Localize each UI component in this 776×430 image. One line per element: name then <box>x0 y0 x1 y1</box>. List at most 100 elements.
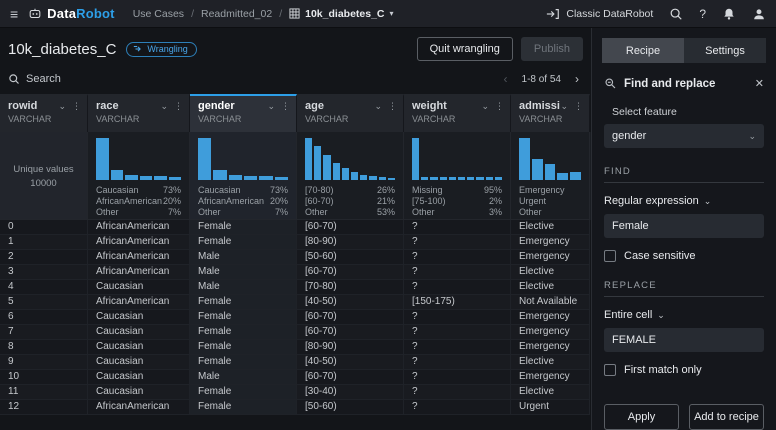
table-cell: Caucasian <box>88 340 190 355</box>
feature-select[interactable]: gender ⌄ <box>604 124 764 148</box>
apply-button[interactable]: Apply <box>604 404 679 430</box>
sort-chevron-icon[interactable]: ⌄ <box>481 101 489 112</box>
search-input[interactable]: Search <box>8 73 61 85</box>
column-header-rowid[interactable]: rowid⌄⋮VARCHAR <box>0 94 88 132</box>
case-sensitive-checkbox[interactable]: Case sensitive <box>604 250 764 262</box>
robot-logo-icon <box>28 7 42 21</box>
histogram-bar <box>111 170 124 181</box>
sort-chevron-icon[interactable]: ⌄ <box>160 101 168 112</box>
first-match-only-checkbox[interactable]: First match only <box>604 364 764 376</box>
table-row: 1AfricanAmericanFemale[80-90)?Emergency <box>0 235 591 250</box>
stat-row: Other7% <box>96 207 181 218</box>
hamburger-menu-icon[interactable]: ≡ <box>10 6 18 22</box>
table-grid-icon <box>289 8 300 19</box>
replace-section-label: REPLACE <box>604 280 764 297</box>
replace-mode-dropdown[interactable]: Entire cell ⌄ <box>604 309 764 321</box>
column-menu-icon[interactable]: ⋮ <box>174 101 183 112</box>
table-cell: [150-175) <box>404 295 511 310</box>
replace-mode-value: Entire cell <box>604 309 652 321</box>
table-cell: Female <box>190 235 297 250</box>
histogram-bar <box>275 177 288 180</box>
histogram-bar <box>458 177 465 180</box>
column-header-gender[interactable]: gender⌄⋮VARCHAR <box>190 94 297 132</box>
histogram <box>519 138 581 180</box>
column-type: VARCHAR <box>519 114 583 124</box>
column-header-icons: ⌄⋮ <box>160 101 183 112</box>
close-icon[interactable]: ✕ <box>755 77 764 90</box>
table-cell: AfricanAmerican <box>88 220 190 235</box>
tab-recipe[interactable]: Recipe <box>602 38 684 63</box>
table-cell: 3 <box>0 265 88 280</box>
table-cell: 7 <box>0 325 88 340</box>
table-row: 5AfricanAmericanFemale[40-50)[150-175)No… <box>0 295 591 310</box>
histogram-bar <box>169 177 182 180</box>
column-header-weight[interactable]: weight⌄⋮VARCHAR <box>404 94 511 132</box>
user-avatar-icon[interactable] <box>752 7 766 21</box>
stat-row: [70-80)26% <box>305 185 395 196</box>
stat-row: Urgent <box>519 196 581 207</box>
stat-label: Urgent <box>519 196 546 207</box>
stat-value: 73% <box>270 185 288 196</box>
datarobot-logo[interactable]: DataRobot <box>28 6 115 21</box>
checkbox-box <box>604 364 616 376</box>
find-mode-dropdown[interactable]: Regular expression ⌄ <box>604 195 764 207</box>
histogram-bar <box>140 176 153 180</box>
next-page-icon[interactable]: › <box>575 72 579 86</box>
column-header-top: rowid⌄⋮ <box>8 100 81 112</box>
sort-chevron-icon[interactable]: ⌄ <box>58 101 66 112</box>
search-icon[interactable] <box>669 7 683 21</box>
column-menu-icon[interactable]: ⋮ <box>72 101 81 112</box>
table-cell: ? <box>404 265 511 280</box>
column-menu-icon[interactable]: ⋮ <box>495 101 504 112</box>
stat-value: 7% <box>275 207 288 218</box>
add-to-recipe-button[interactable]: Add to recipe <box>689 404 764 430</box>
breadcrumb-use-cases[interactable]: Use Cases <box>133 8 184 20</box>
breadcrumb-dataset[interactable]: 10k_diabetes_C ▾ <box>289 8 393 20</box>
stat-label: [75-100) <box>412 196 446 207</box>
notifications-bell-icon[interactable] <box>722 7 736 21</box>
column-header-top: race⌄⋮ <box>96 100 183 112</box>
column-name: race <box>96 100 119 112</box>
sort-chevron-icon[interactable]: ⌄ <box>374 101 382 112</box>
column-header-race[interactable]: race⌄⋮VARCHAR <box>88 94 190 132</box>
column-summary-race: Caucasian73%AfricanAmerican20%Other7% <box>88 132 190 220</box>
column-menu-icon[interactable]: ⋮ <box>281 101 290 112</box>
quit-wrangling-button[interactable]: Quit wrangling <box>417 37 513 61</box>
table-cell: Caucasian <box>88 370 190 385</box>
table-cell: Elective <box>511 355 590 370</box>
replace-value-input[interactable]: FEMALE <box>604 328 764 352</box>
column-summary-admission_type_i: EmergencyUrgentOther <box>511 132 590 220</box>
column-menu-icon[interactable]: ⋮ <box>388 101 397 112</box>
tab-settings[interactable]: Settings <box>684 38 766 63</box>
find-value-input[interactable]: Female <box>604 214 764 238</box>
sort-chevron-icon[interactable]: ⌄ <box>560 101 568 112</box>
sort-chevron-icon[interactable]: ⌄ <box>267 101 275 112</box>
stat-row: AfricanAmerican20% <box>198 196 288 207</box>
table-cell: [50-60) <box>297 400 404 415</box>
histogram-bar <box>412 138 419 180</box>
histogram-bar <box>333 163 340 180</box>
column-header-admission_type_i[interactable]: admission_type_i⌄⋮VARCHAR <box>511 94 590 132</box>
table-row: 7CaucasianFemale[60-70)?Emergency <box>0 325 591 340</box>
classic-link-label: Classic DataRobot <box>566 8 653 20</box>
table-cell: [60-70) <box>297 265 404 280</box>
prev-page-icon[interactable]: ‹ <box>504 72 508 86</box>
histogram-bar <box>545 164 556 180</box>
publish-button[interactable]: Publish <box>521 37 583 61</box>
stat-label: Missing <box>412 185 443 196</box>
histogram-bar <box>342 168 349 180</box>
find-replace-title: Find and replace <box>624 78 715 90</box>
stat-value: 7% <box>168 207 181 218</box>
column-summary-rowid: Unique values10000 <box>0 132 88 220</box>
help-icon[interactable]: ? <box>699 7 706 21</box>
table-cell: AfricanAmerican <box>88 295 190 310</box>
column-header-age[interactable]: age⌄⋮VARCHAR <box>297 94 404 132</box>
table-row: 0AfricanAmericanFemale[60-70)?Elective <box>0 220 591 235</box>
column-type: VARCHAR <box>96 114 183 124</box>
table-cell: Female <box>190 385 297 400</box>
breadcrumb-project[interactable]: Readmitted_02 <box>201 8 272 20</box>
table-cell: 4 <box>0 280 88 295</box>
classic-datarobot-link[interactable]: Classic DataRobot <box>546 7 653 21</box>
histogram-bar <box>323 155 330 180</box>
column-menu-icon[interactable]: ⋮ <box>574 101 583 112</box>
